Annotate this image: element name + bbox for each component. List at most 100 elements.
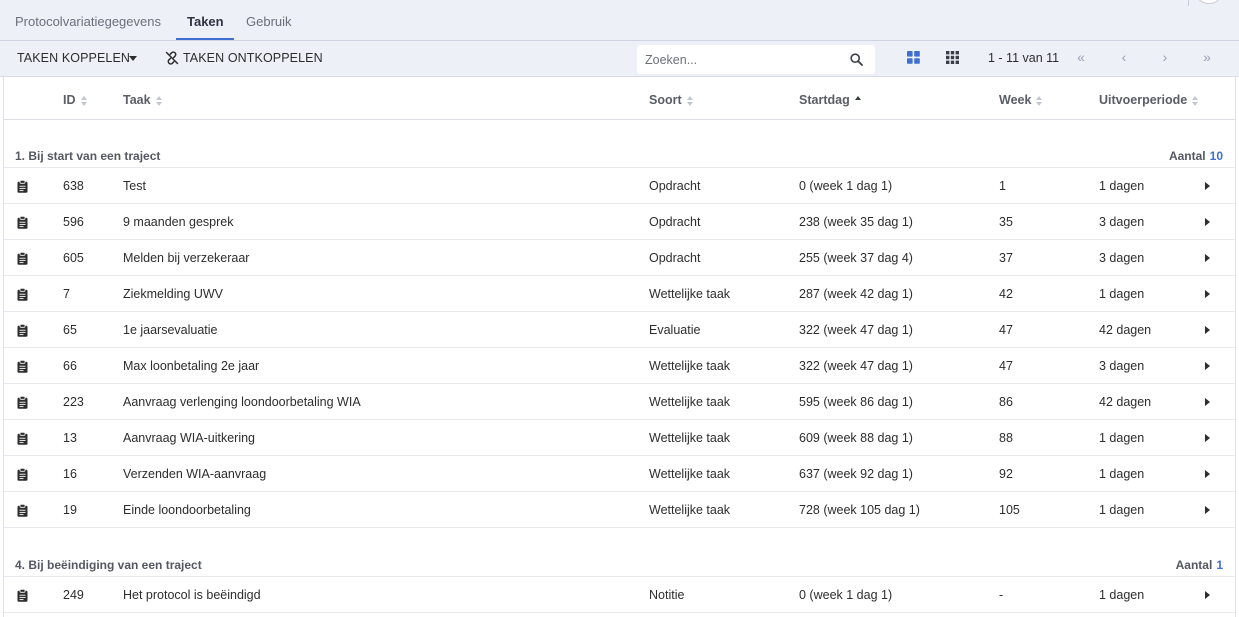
cell-uitvoerperiode: 1 dagen xyxy=(1099,588,1145,602)
cell-uitvoerperiode: 1 dagen xyxy=(1099,287,1145,301)
first-page-icon[interactable]: « xyxy=(1074,49,1088,65)
cell-startdag: 595 (week 86 dag 1) xyxy=(799,395,913,409)
table-row[interactable]: 65 1e jaarsevaluatie Evaluatie 322 (week 47… xyxy=(4,312,1235,348)
cell-soort: Notitie xyxy=(649,588,685,602)
cell-soort: Opdracht xyxy=(649,179,701,193)
last-page-icon[interactable]: » xyxy=(1200,49,1214,65)
cell-uitvoerperiode: 1 dagen xyxy=(1099,431,1145,445)
clipboard-icon xyxy=(17,503,28,517)
pager-range: 1 - 11 van 11 xyxy=(988,51,1060,65)
clipboard-icon xyxy=(17,467,28,481)
tab-gebruik[interactable]: Gebruik xyxy=(246,14,292,29)
table-row[interactable]: 66 Max loonbetaling 2e jaar Wettelijke taa… xyxy=(4,348,1235,384)
cell-taak: 9 maanden gesprek xyxy=(123,215,234,229)
cell-startdag: 728 (week 105 dag 1) xyxy=(799,503,920,517)
prev-page-icon[interactable]: ‹ xyxy=(1117,49,1131,65)
cell-startdag: 322 (week 47 dag 1) xyxy=(799,359,913,373)
cell-taak: Max loonbetaling 2e jaar xyxy=(123,359,260,373)
group-title: 1. Bij start van een traject xyxy=(15,149,161,163)
search-box xyxy=(637,45,875,74)
search-input[interactable] xyxy=(645,51,840,68)
table-row[interactable]: 16 Verzenden WIA-aanvraag Wettelijke taak 6… xyxy=(4,456,1235,492)
tasks-grid: ID Taak Soort Startdag Week Uitvoerperio… xyxy=(3,77,1236,617)
cell-id: 596 xyxy=(63,215,84,229)
cell-uitvoerperiode: 3 dagen xyxy=(1099,215,1145,229)
group-header[interactable]: 4. Bij beëindiging van een traject Aantal… xyxy=(4,553,1235,577)
table-row[interactable]: 7 Ziekmelding UWV Wettelijke taak 287 (week… xyxy=(4,276,1235,312)
tab-taken[interactable]: Taken xyxy=(187,14,224,29)
cell-taak: Het protocol is beëindigd xyxy=(123,588,261,602)
table-row[interactable]: 19 Einde loondoorbetaling Wettelijke taak 7… xyxy=(4,492,1235,528)
grid-header: ID Taak Soort Startdag Week Uitvoerperio… xyxy=(4,77,1235,120)
sort-icon xyxy=(80,95,88,106)
column-header-week[interactable]: Week xyxy=(999,93,1043,107)
clipboard-icon xyxy=(17,395,28,409)
unlink-icon[interactable] xyxy=(165,51,179,65)
tab-protocolvariatiegegevens[interactable]: Protocolvariatiegegevens xyxy=(15,14,161,29)
chevron-right-icon[interactable] xyxy=(1205,434,1210,442)
chevron-right-icon[interactable] xyxy=(1205,254,1210,262)
column-header-id[interactable]: ID xyxy=(63,93,88,107)
small-grid-view-icon[interactable] xyxy=(946,51,959,64)
group-title: 4. Bij beëindiging van een traject xyxy=(15,558,202,572)
cell-uitvoerperiode: 3 dagen xyxy=(1099,251,1145,265)
cell-uitvoerperiode: 3 dagen xyxy=(1099,359,1145,373)
chevron-right-icon[interactable] xyxy=(1205,470,1210,478)
next-page-icon[interactable]: › xyxy=(1158,49,1172,65)
cell-week: 92 xyxy=(999,467,1013,481)
taken-koppelen-button[interactable]: TAKEN KOPPELEN xyxy=(17,51,130,65)
avatar[interactable] xyxy=(1197,0,1221,4)
table-row[interactable]: 605 Melden bij verzekeraar Opdracht 255 (we… xyxy=(4,240,1235,276)
large-grid-view-icon[interactable] xyxy=(907,51,920,64)
clipboard-icon xyxy=(17,179,28,193)
cell-taak: Melden bij verzekeraar xyxy=(123,251,250,265)
table-row[interactable]: 638 Test Opdracht 0 (week 1 dag 1) 1 1 dagen xyxy=(4,168,1235,204)
column-header-uitvoerperiode[interactable]: Uitvoerperiode xyxy=(1099,93,1199,107)
group-count-value: 1 xyxy=(1216,558,1223,572)
chevron-right-icon[interactable] xyxy=(1205,326,1210,334)
table-row[interactable]: 13 Aanvraag WIA-uitkering Wettelijke taak 6… xyxy=(4,420,1235,456)
cell-week: 42 xyxy=(999,287,1013,301)
table-row[interactable]: 596 9 maanden gesprek Opdracht 238 (week 35… xyxy=(4,204,1235,240)
table-row[interactable]: 223 Aanvraag verlenging loondoorbetaling … xyxy=(4,384,1235,420)
cell-startdag: 287 (week 42 dag 1) xyxy=(799,287,913,301)
group-header[interactable]: 1. Bij start van een traject Aantal 10 xyxy=(4,144,1235,168)
cell-week: 47 xyxy=(999,359,1013,373)
sort-icon xyxy=(686,95,694,106)
toolbar: TAKEN KOPPELEN TAKEN ONTKOPPELEN 1 - 11 … xyxy=(0,41,1239,77)
taken-ontkoppelen-button[interactable]: TAKEN ONTKOPPELEN xyxy=(183,51,323,65)
cell-taak: Verzenden WIA-aanvraag xyxy=(123,467,267,481)
chevron-right-icon[interactable] xyxy=(1205,290,1210,298)
chevron-down-icon[interactable] xyxy=(129,56,137,61)
cell-id: 66 xyxy=(63,359,77,373)
table-row[interactable]: 249 Het protocol is beëindigd Notitie 0 (we… xyxy=(4,577,1235,613)
cell-week: 105 xyxy=(999,503,1020,517)
cell-startdag: 322 (week 47 dag 1) xyxy=(799,323,913,337)
divider xyxy=(1188,0,1189,6)
cell-uitvoerperiode: 1 dagen xyxy=(1099,503,1145,517)
clipboard-icon xyxy=(17,215,28,229)
cell-week: - xyxy=(999,588,1004,602)
search-icon[interactable] xyxy=(850,53,863,66)
cell-week: 35 xyxy=(999,215,1013,229)
chevron-right-icon[interactable] xyxy=(1205,591,1210,599)
cell-startdag: 238 (week 35 dag 1) xyxy=(799,215,913,229)
cell-week: 37 xyxy=(999,251,1013,265)
column-header-soort[interactable]: Soort xyxy=(649,93,694,107)
cell-soort: Wettelijke taak xyxy=(649,395,731,409)
cell-id: 65 xyxy=(63,323,77,337)
chevron-right-icon[interactable] xyxy=(1205,182,1210,190)
active-tab-indicator xyxy=(176,38,234,40)
chevron-right-icon[interactable] xyxy=(1205,398,1210,406)
column-header-taak[interactable]: Taak xyxy=(123,93,163,107)
column-header-startdag[interactable]: Startdag xyxy=(799,93,862,107)
cell-taak: Aanvraag WIA-uitkering xyxy=(123,431,256,445)
chevron-right-icon[interactable] xyxy=(1205,362,1210,370)
cell-soort: Evaluatie xyxy=(649,323,701,337)
chevron-right-icon[interactable] xyxy=(1205,506,1210,514)
chevron-right-icon[interactable] xyxy=(1205,218,1210,226)
group-count-label: Aantal xyxy=(1175,558,1213,572)
clipboard-icon xyxy=(17,588,28,602)
cell-taak: Test xyxy=(123,179,146,193)
cell-soort: Wettelijke taak xyxy=(649,503,731,517)
